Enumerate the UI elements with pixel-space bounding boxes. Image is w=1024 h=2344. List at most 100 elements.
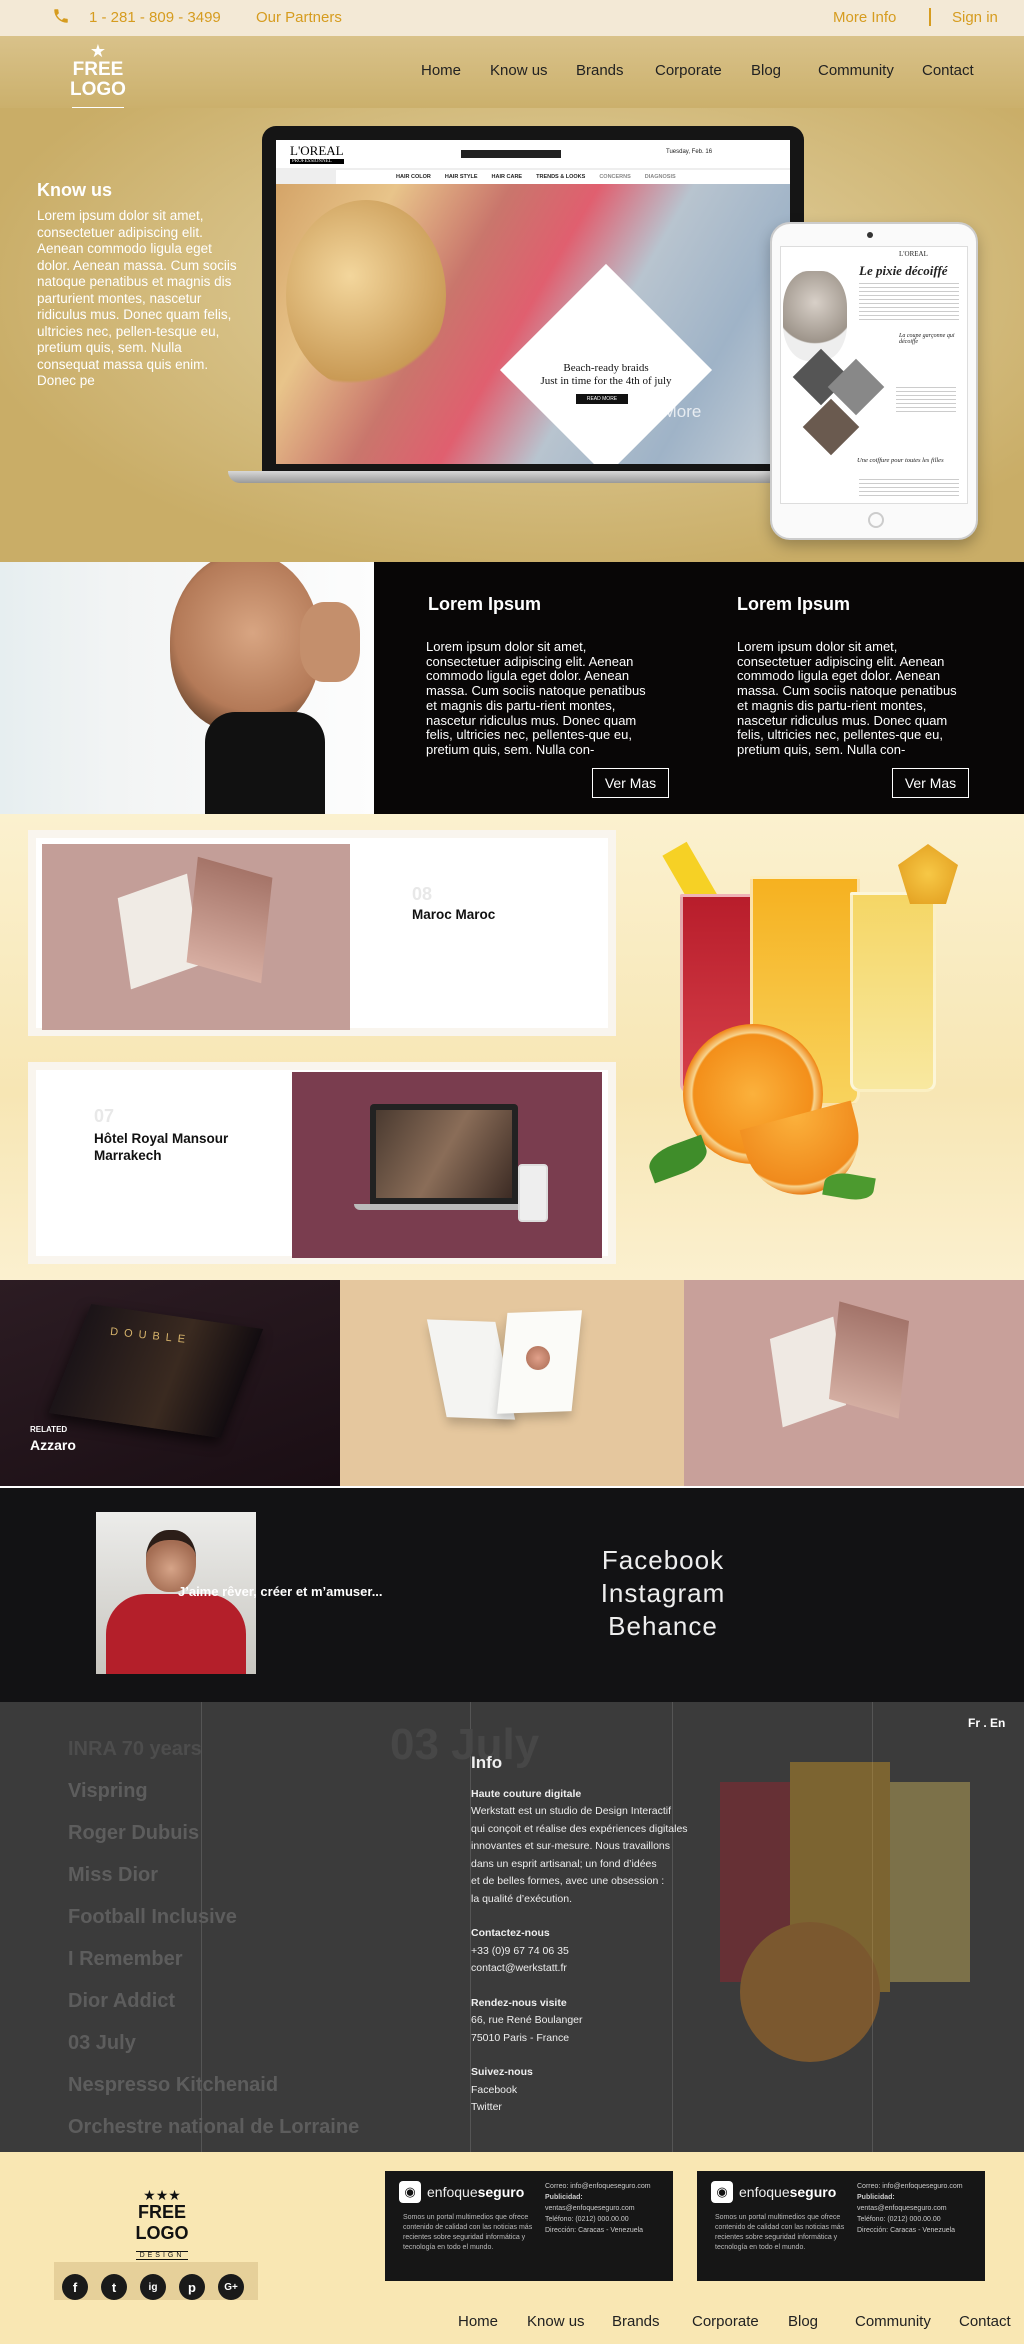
portfolio-item[interactable]: Dior Addict	[68, 1990, 175, 2013]
hero-text: Lorem ipsum dolor sit amet, consectetuer…	[37, 208, 237, 388]
ad-contact: Correo: info@enfoqueseguro.com Publicida…	[545, 2183, 651, 2234]
model-photo	[0, 562, 374, 814]
info-heading: Suivez-nous	[471, 2066, 533, 2078]
facebook-link[interactable]: Facebook	[560, 1544, 766, 1577]
info-title: Info	[471, 1753, 503, 1772]
ad-brand: ◉ enfoque seguro	[711, 2181, 836, 2203]
info-heading: Contactez-nous	[471, 1927, 550, 1939]
ad-brand: ◉ enfoque seguro	[399, 2181, 524, 2203]
social-links: Facebook Instagram Behance	[560, 1544, 766, 1643]
logo[interactable]: ★ FREE LOGO DESIGN	[50, 41, 146, 116]
footer-nav-brands[interactable]: Brands	[612, 2313, 660, 2330]
col2-text: Lorem ipsum dolor sit amet, consectetuer…	[737, 639, 957, 757]
star-icon: ★	[89, 41, 107, 61]
project-image	[292, 1072, 602, 1258]
instagram-icon[interactable]: ig	[140, 2274, 166, 2300]
col2-ver-mas-button[interactable]: Ver Mas	[892, 768, 969, 798]
related-tile[interactable]	[684, 1280, 1024, 1486]
juice-illustration	[628, 814, 1024, 1280]
ad-banner[interactable]: ◉ enfoque seguro Somos un portal multimed…	[385, 2171, 673, 2281]
related-tile[interactable]: DOUBLE RELATED Azzaro	[0, 1280, 340, 1486]
project-title: Hôtel Royal Mansour Marrakech	[94, 1131, 229, 1163]
read-more-button[interactable]: READ MORE	[576, 394, 628, 404]
portfolio-item[interactable]: 03 July	[68, 2032, 136, 2055]
pinterest-icon[interactable]: p	[179, 2274, 205, 2300]
twitter-icon[interactable]: t	[101, 2274, 127, 2300]
follow-twitter-link[interactable]: Twitter	[471, 2099, 731, 2117]
top-divider	[929, 8, 931, 26]
nav-contact[interactable]: Contact	[922, 62, 974, 79]
tablet-mockup: L'OREAL Le pixie décoiffé La coupe garço…	[770, 222, 978, 540]
portfolio-item[interactable]: Miss Dior	[68, 1864, 158, 1887]
footer-logo[interactable]: ★★★ FREE LOGO DESIGN	[114, 2188, 210, 2262]
project-title: Maroc Maroc	[412, 907, 496, 922]
hero-more-link[interactable]: + More	[648, 402, 701, 422]
ad-contact: Correo: info@enfoqueseguro.com Publicida…	[857, 2183, 963, 2234]
ad-body: Somos un portal multimedios que ofrece c…	[403, 2214, 533, 2251]
tablet-title: Le pixie décoiffé	[859, 263, 948, 278]
profile-section: J’aime rêver, créer et m’amuser... Faceb…	[0, 1488, 1024, 1702]
language-switch[interactable]: Fr . En	[968, 1716, 1005, 1730]
nav-home[interactable]: Home	[421, 62, 461, 79]
portfolio-item[interactable]: Nespresso Kitchenaid	[68, 2074, 278, 2097]
footer-nav-contact[interactable]: Contact	[959, 2313, 1011, 2330]
tablet-screen: L'OREAL Le pixie décoiffé La coupe garço…	[780, 246, 968, 504]
related-section: DOUBLE RELATED Azzaro	[0, 1280, 1024, 1486]
laptop-date: Tuesday, Feb. 16	[666, 149, 713, 155]
more-info-link[interactable]: More Info	[833, 9, 896, 26]
promo-text: Beach-ready braids Just in time for the …	[540, 362, 672, 387]
logo-subtitle: DESIGN	[135, 2251, 189, 2260]
nav-corporate[interactable]: Corporate	[655, 62, 722, 79]
follow-facebook-link[interactable]: Facebook	[471, 2082, 731, 2100]
nav-brands[interactable]: Brands	[576, 62, 624, 79]
footer-nav-know-us[interactable]: Know us	[527, 2313, 585, 2330]
footer-nav-corporate[interactable]: Corporate	[692, 2313, 759, 2330]
nav-blog[interactable]: Blog	[751, 62, 781, 79]
project-card[interactable]: 08 Maroc Maroc	[28, 830, 616, 1036]
phone-link[interactable]: +33 (0)9 67 74 06 35	[471, 1943, 731, 1961]
projects-section: 08 Maroc Maroc 07 Hôtel Royal Mansour Ma…	[0, 814, 1024, 1280]
portfolio-item[interactable]: Football Inclusive	[68, 1906, 237, 1929]
col1-title: Lorem Ipsum	[428, 594, 542, 614]
laptop-mockup: L'OREAL PROFESSIONNEL Tuesday, Feb. 16 H…	[228, 126, 838, 483]
footer-nav-community[interactable]: Community	[855, 2313, 931, 2330]
sign-in-link[interactable]: Sign in	[952, 9, 998, 26]
project-number: 07	[94, 1106, 115, 1126]
main-nav: ★ FREE LOGO DESIGN Home Know us Brands C…	[0, 36, 1024, 116]
footer-nav-home[interactable]: Home	[458, 2313, 498, 2330]
phone-icon	[52, 7, 70, 29]
portfolio-item[interactable]: INRA 70 years	[68, 1738, 202, 1761]
related-tile[interactable]	[340, 1280, 684, 1486]
partners-link[interactable]: Our Partners	[256, 9, 342, 26]
eye-icon: ◉	[399, 2181, 421, 2203]
footer-nav-blog[interactable]: Blog	[788, 2313, 818, 2330]
info-bg-juice	[700, 1722, 1020, 2142]
logo-title: FREE LOGO	[70, 59, 126, 100]
portfolio-item[interactable]: I Remember	[68, 1948, 183, 1971]
info-heading: Rendez-nous visite	[471, 1996, 567, 2009]
portfolio-item[interactable]: Vispring	[68, 1780, 148, 1803]
ad-body: Somos un portal multimedios que ofrece c…	[715, 2214, 845, 2251]
laptop-menu: HAIR COLOR HAIR STYLE HAIR CARE TRENDS & LO…	[336, 170, 790, 184]
behance-link[interactable]: Behance	[560, 1610, 766, 1643]
project-card[interactable]: 07 Hôtel Royal Mansour Marrakech	[28, 1062, 616, 1264]
laptop-base	[228, 471, 838, 483]
email-link[interactable]: contact@werkstatt.fr	[471, 1960, 731, 1978]
nav-community[interactable]: Community	[818, 62, 894, 79]
related-title: Azzaro	[30, 1437, 76, 1453]
facebook-icon[interactable]: f	[62, 2274, 88, 2300]
instagram-link[interactable]: Instagram	[560, 1577, 766, 1610]
col1-ver-mas-button[interactable]: Ver Mas	[592, 768, 669, 798]
portfolio-item[interactable]: Roger Dubuis	[68, 1822, 199, 1845]
ad-banner[interactable]: ◉ enfoque seguro Somos un portal multimed…	[697, 2171, 985, 2281]
portfolio-item[interactable]: Orchestre national de Lorraine	[68, 2116, 359, 2139]
hair-shape	[286, 200, 446, 390]
col1-text: Lorem ipsum dolor sit amet, consectetuer…	[426, 639, 646, 757]
google-plus-icon[interactable]: G+	[218, 2274, 244, 2300]
nav-know-us[interactable]: Know us	[490, 62, 548, 79]
col2-title: Lorem Ipsum	[737, 594, 851, 614]
phone-number[interactable]: 1 - 281 - 809 - 3499	[89, 9, 221, 26]
tablet-home-button	[868, 512, 884, 528]
project-number: 08	[412, 884, 433, 904]
lorem-band: Lorem Ipsum Lorem ipsum dolor sit amet, …	[0, 562, 1024, 814]
